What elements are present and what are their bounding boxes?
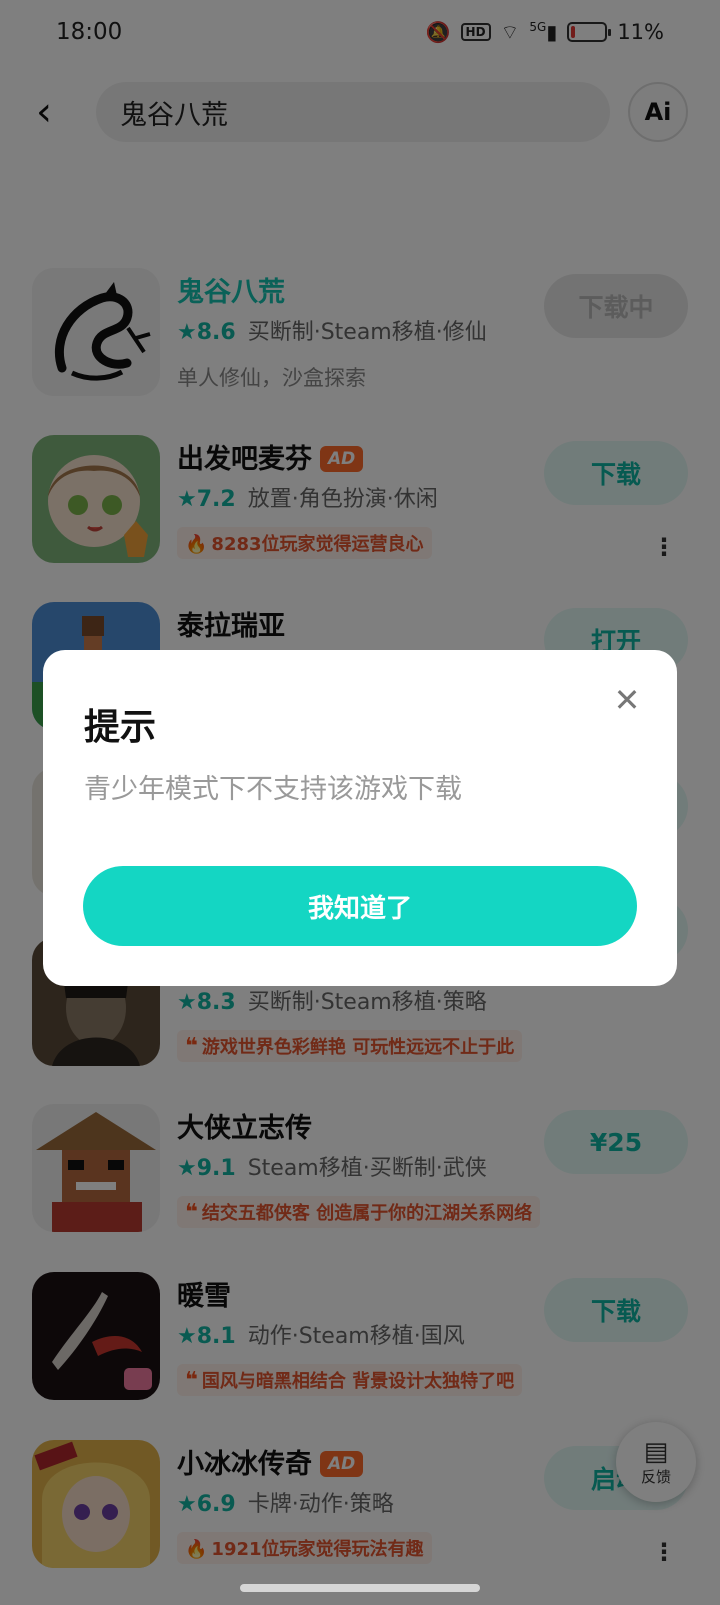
home-indicator[interactable] [240, 1584, 480, 1592]
dialog-title: 提示 [84, 707, 157, 748]
dialog-message: 青少年模式下不支持该游戏下载 [84, 774, 462, 805]
alert-dialog: 提示 ✕ 青少年模式下不支持该游戏下载 我知道了 [43, 650, 677, 986]
confirm-button[interactable]: 我知道了 [83, 866, 637, 946]
close-icon[interactable]: ✕ [607, 680, 647, 720]
